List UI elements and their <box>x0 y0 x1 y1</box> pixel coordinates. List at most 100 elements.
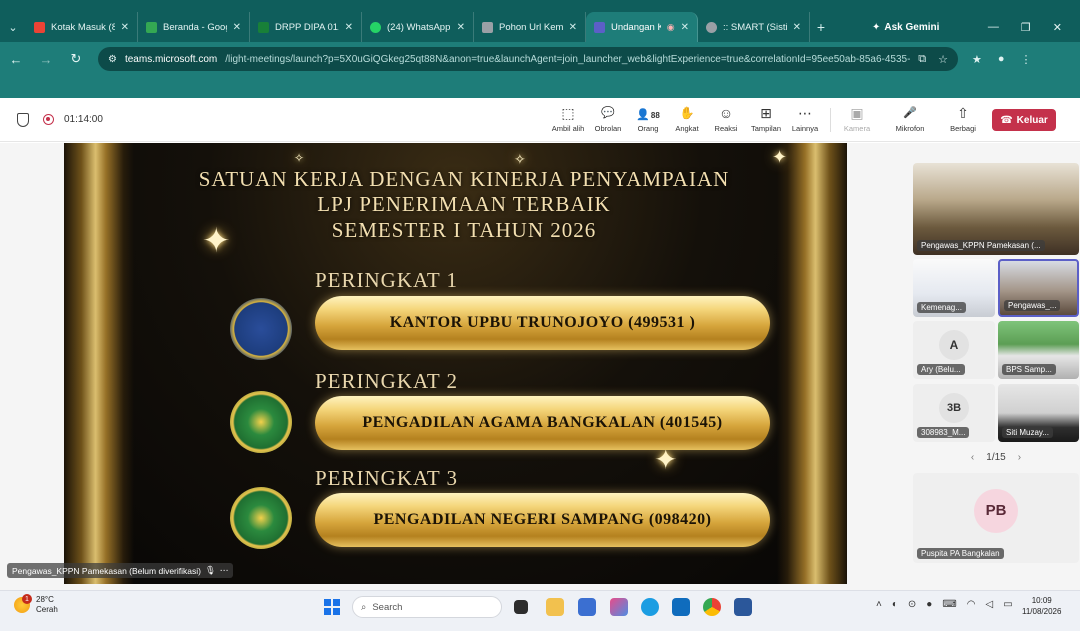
toolbar-divider <box>830 108 831 132</box>
chrome-icon[interactable] <box>703 598 721 616</box>
microphone-button[interactable]: 🎤 Mikrofon <box>888 104 932 133</box>
share-take-control-button[interactable]: ⬚ Ambil alih <box>546 104 590 133</box>
tab-close-icon[interactable]: ✕ <box>121 22 129 33</box>
tab-close-icon[interactable]: ✕ <box>457 22 465 33</box>
browser-tab[interactable]: :: SMART (Sistim ✕ <box>698 12 810 42</box>
court-emblem-icon <box>230 487 292 549</box>
next-page-icon[interactable]: › <box>1018 452 1021 463</box>
participant-name: Siti Muzay... <box>1002 427 1053 438</box>
participant-video-tile[interactable]: Siti Muzay... <box>998 384 1079 442</box>
slide-title-line: SEMESTER I TAHUN 2026 <box>331 218 597 242</box>
word-icon[interactable] <box>734 598 752 616</box>
slide-title-line: LPJ PENERIMAAN TERBAIK <box>317 192 611 216</box>
view-button[interactable]: ⊞ Tampilan <box>744 104 788 133</box>
rank-label: PERINGKAT 3 <box>315 466 459 490</box>
location-icon[interactable]: ⊙ <box>908 599 916 610</box>
more-icon[interactable]: ⋯ <box>220 565 229 576</box>
back-icon[interactable]: ← <box>8 52 24 67</box>
bookmarks-icon[interactable]: ★ <box>972 53 982 66</box>
clock-time: 10:09 <box>1031 596 1052 605</box>
shared-screen: ✦ ✦ ✧ ✦ ✧ SATUAN KERJA DENGAN KINERJA PE… <box>64 143 847 584</box>
screen: ⌄ Kotak Masuk (884 ✕ Beranda - Googl ✕ D… <box>0 0 1080 631</box>
bookmark-star-icon[interactable]: ☆ <box>938 53 948 66</box>
participant-video-tile[interactable]: BPS Samp... <box>998 321 1079 379</box>
participant-video-tile[interactable]: Pengawas_KPPN Pamekasan (... <box>913 163 1079 255</box>
page-icon <box>482 21 493 33</box>
window-controls: — ❐ ✕ <box>988 12 1080 42</box>
raise-hand-icon: ✋ <box>679 106 695 120</box>
search-icon: ⌕ <box>361 601 367 613</box>
tool-label: Obrolan <box>594 124 622 133</box>
drive-icon <box>146 21 157 33</box>
minimize-icon[interactable]: — <box>988 21 999 33</box>
participant-video-tile[interactable]: Kemenag... <box>913 259 995 317</box>
ask-gemini-button[interactable]: ✦ Ask Gemini <box>872 12 939 42</box>
weather-widget[interactable]: 1 28°C Cerah <box>14 594 58 615</box>
copilot-icon[interactable] <box>610 598 628 616</box>
install-app-icon[interactable]: ⧉ <box>918 53 926 66</box>
rank-label: PERINGKAT 1 <box>315 268 459 292</box>
profile-icon[interactable]: ● <box>998 53 1005 66</box>
outlook-icon[interactable] <box>672 598 690 616</box>
file-explorer-icon[interactable] <box>546 598 564 616</box>
participant-avatar-tile[interactable]: PB Puspita PA Bangkalan <box>913 473 1079 563</box>
prev-page-icon[interactable]: ‹ <box>971 452 974 463</box>
leave-button[interactable]: ☎ Keluar <box>992 109 1056 131</box>
participant-avatar-tile[interactable]: 3B 308983_M... <box>913 384 995 442</box>
taskbar-clock[interactable]: 10:09 11/08/2026 <box>1022 595 1061 617</box>
reload-icon[interactable]: ↻ <box>68 51 84 67</box>
browser-tab[interactable]: Pohon Url Kemen ✕ <box>474 12 586 42</box>
taskbar-search[interactable]: ⌕ Search <box>352 596 502 618</box>
language-icon[interactable]: ⌨ <box>942 599 956 610</box>
teams-icon <box>594 21 605 33</box>
people-button[interactable]: 👤88 Orang <box>626 104 670 133</box>
close-window-icon[interactable]: ✕ <box>1053 21 1062 34</box>
participant-video-tile-active[interactable]: Pengawas_... <box>998 259 1079 317</box>
browser-tab[interactable]: (24) WhatsApp ✕ <box>362 12 474 42</box>
tool-label: Angkat <box>675 124 699 133</box>
tab-title: Beranda - Googl <box>163 21 227 33</box>
people-icon: 👤 <box>636 109 650 121</box>
browser-tab[interactable]: DRPP DIPA 01.xl ✕ <box>250 12 362 42</box>
clock-date: 11/08/2026 <box>1022 607 1062 616</box>
site-info-icon[interactable]: ⚙ <box>108 54 117 65</box>
browser-tab[interactable]: Beranda - Googl ✕ <box>138 12 250 42</box>
more-button[interactable]: ⋯ Lainnya <box>783 104 827 133</box>
view-icon: ⊞ <box>760 105 772 121</box>
raise-hand-button[interactable]: ✋ Angkat <box>665 104 709 133</box>
volume-icon[interactable]: ◁ <box>986 599 994 610</box>
menu-icon[interactable]: ⋮ <box>1021 53 1032 66</box>
participant-name: Ary (Belu... <box>917 364 965 375</box>
share-button[interactable]: ⇧ Berbagi <box>941 104 985 133</box>
edge-icon[interactable] <box>641 598 659 616</box>
windows-start-icon[interactable] <box>324 599 340 615</box>
tab-search-icon[interactable]: ⌄ <box>0 12 26 42</box>
battery-icon[interactable]: ▭ <box>1003 599 1012 610</box>
forward-icon[interactable]: → <box>38 52 54 67</box>
tab-close-icon[interactable]: ✕ <box>793 22 801 33</box>
tab-close-icon[interactable]: ✕ <box>345 22 353 33</box>
participant-avatar-tile[interactable]: A Ary (Belu... <box>913 321 995 379</box>
new-tab-icon[interactable]: + <box>810 12 832 42</box>
url-bar[interactable]: ⚙ teams.microsoft.com/light-meetings/lau… <box>98 47 958 71</box>
restore-icon[interactable]: ❐ <box>1021 21 1031 34</box>
reaction-button[interactable]: ☺ Reaksi <box>704 104 748 133</box>
phone-hangup-icon: ☎ <box>1000 114 1013 126</box>
tab-close-icon[interactable]: ✕ <box>233 22 241 33</box>
browser-tab-active[interactable]: Undangan K ◉ ✕ <box>586 12 698 42</box>
mic-icon[interactable]: ● <box>926 599 932 610</box>
app-tray-icon[interactable]: ◐ <box>892 599 898 610</box>
store-icon[interactable] <box>578 598 596 616</box>
task-view-icon[interactable] <box>514 600 528 614</box>
globe-icon <box>706 21 717 33</box>
chevron-up-icon[interactable]: ˄ <box>876 599 882 610</box>
tab-close-icon[interactable]: ✕ <box>681 22 689 33</box>
browser-tab[interactable]: Kotak Masuk (884 ✕ <box>26 12 138 42</box>
shield-icon <box>17 113 29 127</box>
tool-label: Mikrofon <box>895 124 925 133</box>
tab-close-icon[interactable]: ✕ <box>569 22 577 33</box>
gold-curtain-left <box>64 143 134 584</box>
chat-button[interactable]: 💬 Obrolan <box>586 104 630 133</box>
wifi-icon[interactable]: ◠ <box>967 599 976 610</box>
camera-button[interactable]: ▣ Kamera <box>835 104 879 133</box>
